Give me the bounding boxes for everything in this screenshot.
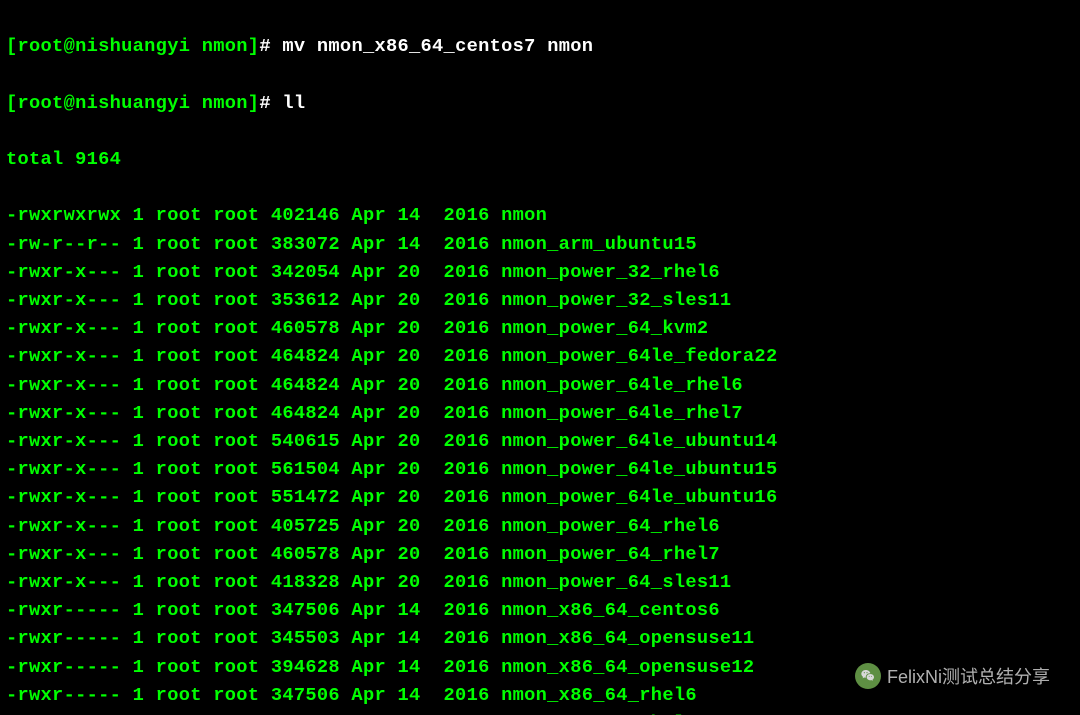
wechat-icon [855, 663, 881, 689]
command-text: mv nmon_x86_64_centos7 nmon [282, 35, 593, 57]
prompt-userhost: [root@nishuangyi nmon] [6, 92, 259, 114]
command-text: ll [282, 92, 305, 114]
terminal-output[interactable]: [root@nishuangyi nmon]# mv nmon_x86_64_c… [0, 0, 1080, 715]
file-listing: -rwxrwxrwx 1 root root 402146 Apr 14 201… [6, 201, 1074, 715]
prompt-userhost: [root@nishuangyi nmon] [6, 35, 259, 57]
watermark: FelixNi测试总结分享 [855, 663, 1050, 689]
watermark-text: FelixNi测试总结分享 [887, 663, 1050, 689]
prompt-symbol: # [259, 92, 282, 114]
command-line-2: [root@nishuangyi nmon]# ll [6, 89, 1074, 117]
command-line-1: [root@nishuangyi nmon]# mv nmon_x86_64_c… [6, 32, 1074, 60]
total-line: total 9164 [6, 145, 1074, 173]
prompt-symbol: # [259, 35, 282, 57]
